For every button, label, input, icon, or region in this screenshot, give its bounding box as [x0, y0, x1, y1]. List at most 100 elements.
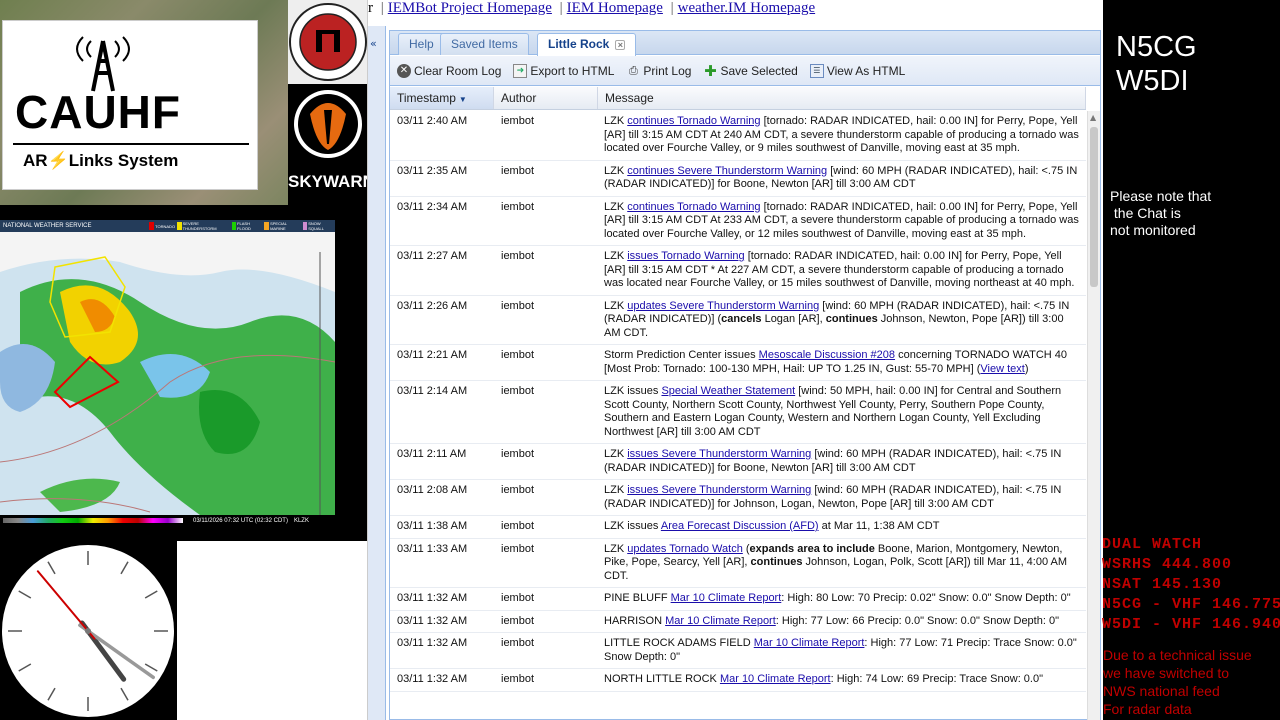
radar-image: NATIONAL WEATHER SERVICE TORNADO SEVERE T…	[0, 220, 335, 526]
legend-swatch	[177, 222, 182, 230]
toolbar: ✕ Clear Room Log ➜ Export to HTML ⎙ Print L…	[390, 56, 1100, 86]
nav-link-weatherim[interactable]: weather.IM Homepage	[678, 0, 815, 16]
tab-saved-items[interactable]: Saved Items	[440, 33, 529, 55]
message-row[interactable]: 03/11 1:32 AM iembot HARRISON Mar 10 Clima…	[390, 611, 1086, 633]
message-link[interactable]: Special Weather Statement	[661, 385, 795, 397]
message-link[interactable]: continues Severe Thunderstorm Warning	[627, 165, 827, 177]
column-header-timestamp[interactable]: Timestamp ▼	[390, 87, 494, 109]
column-header-message[interactable]: Message	[598, 87, 1086, 109]
export-html-button[interactable]: ➜ Export to HTML	[510, 62, 617, 80]
tab-bar: Help Saved Items Little Rock ×	[390, 31, 1100, 56]
expand-sidebar-icon[interactable]: «	[370, 37, 377, 50]
scroll-up-icon[interactable]: ▲	[1090, 113, 1096, 122]
row-author: iembot	[501, 592, 535, 604]
row-timestamp: 03/11 1:32 AM	[397, 614, 468, 627]
message-row[interactable]: 03/11 1:32 AM iembot PINE BLUFF Mar 10 Cli…	[390, 588, 1086, 611]
message-link[interactable]: Mar 10 Climate Report	[720, 673, 831, 685]
row-timestamp: 03/11 2:21 AM	[397, 349, 468, 361]
message-row[interactable]: 03/11 1:38 AM iembot LZK issues Area Forec…	[390, 516, 1086, 539]
row-timestamp: 03/11 1:32 AM	[397, 592, 468, 604]
row-timestamp: 03/11 2:34 AM	[397, 200, 468, 213]
row-author: iembot	[501, 614, 535, 627]
nav-link-iem[interactable]: IEM Homepage	[567, 0, 663, 16]
row-timestamp: 03/11 1:38 AM	[397, 520, 468, 532]
row-message: PINE BLUFF Mar 10 Climate Report: High: …	[604, 592, 1071, 604]
technical-issue-notice: Due to a technical issue we have switche…	[1103, 647, 1252, 717]
row-message: Storm Prediction Center issues Mesoscale…	[604, 349, 1068, 375]
radar-timestamp: 03/11/2026 07:32 UTC (02:32 CDT)	[193, 517, 288, 524]
legend-label: SNOW SQUALL	[308, 221, 324, 231]
message-row[interactable]: 03/11 1:32 AM iembot LITTLE ROCK ADAMS FIE…	[390, 633, 1086, 669]
message-row[interactable]: 03/11 2:26 AM iembot LZK updates Severe Th…	[390, 296, 1086, 345]
message-link[interactable]: View text	[980, 363, 1024, 375]
skywarn-label: SKYWARN	[288, 172, 375, 191]
message-row[interactable]: 03/11 2:35 AM iembot LZK continues Severe …	[390, 161, 1086, 197]
view-html-button[interactable]: ☰ View As HTML	[807, 62, 908, 80]
sort-descending-icon: ▼	[458, 95, 467, 104]
close-tab-icon[interactable]: ×	[615, 40, 626, 50]
message-row[interactable]: 03/11 2:34 AM iembot LZK continues Tornado…	[390, 197, 1086, 246]
nav-link-iembot[interactable]: IEMBot Project Homepage	[388, 0, 552, 16]
export-icon: ➜	[513, 63, 528, 78]
stream-overlay: CAUHF AR⚡Links System SKYWARN NATIONAL W…	[0, 0, 1280, 720]
message-link[interactable]: continues Tornado Warning	[627, 115, 760, 127]
collapsed-sidebar[interactable]: «	[368, 26, 386, 720]
message-link[interactable]: issues Tornado Warning	[627, 250, 744, 262]
row-timestamp: 03/11 2:35 AM	[397, 164, 468, 177]
row-message: LITTLE ROCK ADAMS FIELD Mar 10 Climate R…	[604, 637, 1077, 663]
analog-clock	[0, 541, 177, 720]
clock-face	[2, 545, 174, 717]
message-link[interactable]: issues Severe Thunderstorm Warning	[627, 448, 811, 460]
message-row[interactable]: 03/11 2:40 AM iembot LZK continues Tornado…	[390, 111, 1086, 161]
message-row[interactable]: 03/11 1:32 AM iembot NORTH LITTLE ROCK Mar…	[390, 669, 1086, 692]
print-log-button[interactable]: ⎙ Print Log	[623, 62, 694, 80]
radar-legend-item: FLASH FLOOD	[231, 221, 263, 231]
tab-help[interactable]: Help	[398, 33, 445, 55]
row-message: LZK issues Tornado Warning [tornado: RAD…	[604, 250, 1075, 289]
message-link[interactable]: Mar 10 Climate Report	[665, 615, 776, 627]
message-row[interactable]: 03/11 2:11 AM iembot LZK issues Severe Thu…	[390, 444, 1086, 480]
reflectivity-scale	[3, 518, 183, 523]
row-message: LZK continues Tornado Warning [tornado: …	[604, 115, 1079, 154]
printer-icon: ⎙	[629, 63, 638, 77]
scrollbar-thumb[interactable]	[1090, 127, 1098, 287]
column-header-author[interactable]: Author	[494, 87, 598, 109]
radio-tower-icon	[76, 36, 130, 92]
message-link[interactable]: Area Forecast Discussion (AFD)	[661, 520, 819, 532]
row-timestamp: 03/11 1:32 AM	[397, 673, 468, 685]
row-author: iembot	[501, 115, 535, 127]
central-arkansas-seal	[288, 0, 368, 84]
message-row[interactable]: 03/11 2:14 AM iembot LZK issues Special We…	[390, 381, 1086, 444]
radar-footer: 03/11/2026 07:32 UTC (02:32 CDT) KLZK	[0, 515, 335, 526]
callsign-1: N5CG	[1116, 31, 1197, 63]
row-author: iembot	[501, 673, 535, 685]
save-selected-button[interactable]: ✚ Save Selected	[700, 62, 800, 80]
row-author: iembot	[501, 200, 535, 213]
message-link[interactable]: issues Severe Thunderstorm Warning	[627, 484, 811, 496]
chat-panel: Help Saved Items Little Rock × ✕ Clear Roo…	[389, 30, 1101, 720]
message-link[interactable]: Mesoscale Discussion #208	[759, 349, 895, 361]
grid-scrollbar[interactable]: ▲	[1087, 111, 1100, 720]
row-author: iembot	[501, 484, 535, 496]
message-row[interactable]: 03/11 2:08 AM iembot LZK issues Severe Thu…	[390, 480, 1086, 516]
message-link[interactable]: Mar 10 Climate Report	[754, 637, 865, 649]
radar-legend-item: TORNADO	[149, 221, 175, 231]
nav-lead: r	[368, 0, 373, 16]
message-row[interactable]: 03/11 1:33 AM iembot LZK updates Tornado W…	[390, 539, 1086, 588]
clear-room-log-button[interactable]: ✕ Clear Room Log	[394, 62, 504, 80]
blank-panel	[177, 541, 389, 720]
message-row[interactable]: 03/11 2:21 AM iembot Storm Prediction Cent…	[390, 345, 1086, 381]
message-grid: Timestamp ▼ Author Message 03/11 2:40 AM i…	[390, 87, 1100, 720]
seal-icon	[289, 3, 367, 81]
message-link[interactable]: updates Severe Thunderstorm Warning	[627, 300, 819, 312]
message-link[interactable]: updates Tornado Watch	[627, 543, 743, 555]
legend-label: SEVERE THUNDERSTORM	[182, 221, 217, 231]
message-row[interactable]: 03/11 2:27 AM iembot LZK issues Tornado Wa…	[390, 246, 1086, 296]
tab-little-rock[interactable]: Little Rock ×	[537, 33, 637, 56]
row-author: iembot	[501, 448, 535, 460]
message-link[interactable]: Mar 10 Climate Report	[671, 592, 782, 604]
row-author: iembot	[501, 385, 535, 397]
radar-legend-item: SEVERE THUNDERSTORM	[177, 221, 229, 231]
message-link[interactable]: continues Tornado Warning	[627, 201, 760, 213]
chat-notice: Please note that the Chat is not monitor…	[1110, 188, 1212, 238]
